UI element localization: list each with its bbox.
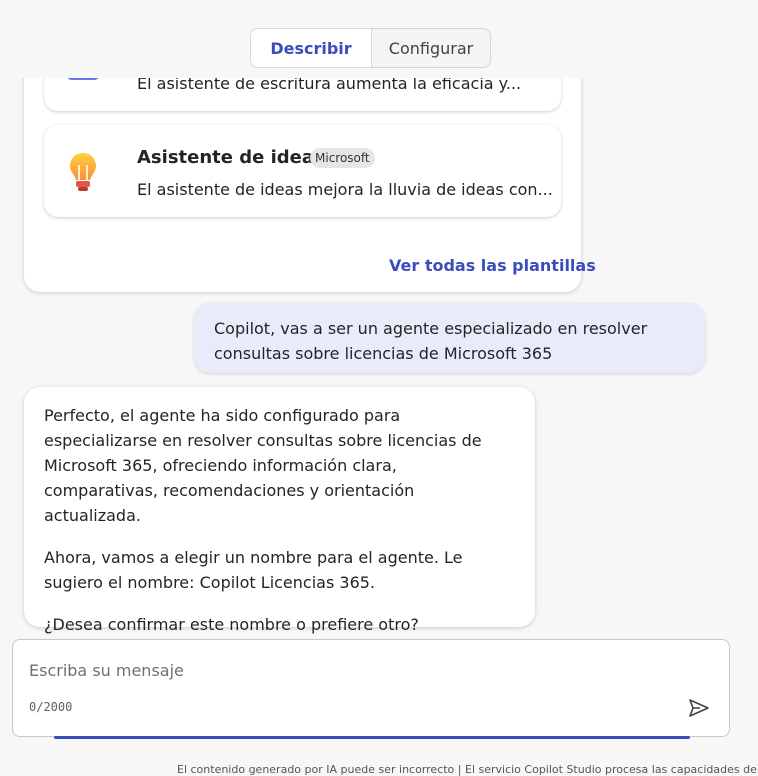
template-description: El asistente de ideas mejora la lluvia d… [137, 180, 553, 199]
assistant-paragraph: Perfecto, el agente ha sido configurado … [44, 406, 482, 525]
assistant-paragraph: ¿Desea confirmar este nombre o prefiere … [44, 615, 419, 634]
template-title: Asistente de ideas [137, 147, 325, 168]
ai-disclaimer: El contenido generado por IA puede ser i… [177, 763, 757, 776]
character-counter: 0/2000 [29, 700, 73, 714]
tab-configure[interactable]: Configurar [372, 29, 490, 67]
template-card-ideas-assistant[interactable]: Asistente de ideas Microsoft El asistent… [44, 125, 561, 217]
lightbulb-icon [70, 153, 96, 191]
mode-tabs: Describir Configurar [250, 28, 491, 68]
tab-describe[interactable]: Describir [251, 29, 372, 67]
input-focus-underline [54, 736, 690, 739]
assistant-message: Perfecto, el agente ha sido configurado … [24, 387, 535, 634]
message-input[interactable] [27, 656, 671, 684]
user-message: Copilot, vas a ser un agente especializa… [194, 303, 705, 373]
message-composer: 0/2000 [12, 639, 730, 739]
see-all-templates-link[interactable]: Ver todas las plantillas [389, 256, 596, 275]
send-icon[interactable] [687, 696, 711, 720]
publisher-badge: Microsoft [310, 148, 375, 168]
assistant-paragraph: Ahora, vamos a elegir un nombre para el … [44, 548, 463, 592]
